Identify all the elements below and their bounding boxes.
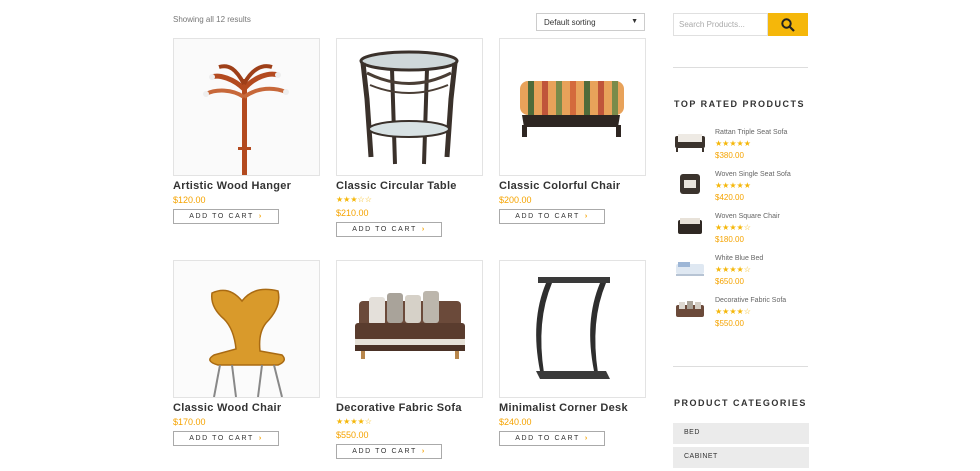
top-rated-price: $420.00: [715, 193, 744, 202]
search-input[interactable]: Search Products...: [673, 13, 768, 36]
star-rating: ★★★★☆: [715, 265, 751, 274]
star-rating: ★★★★☆: [715, 223, 751, 232]
product-price: $120.00: [173, 195, 206, 205]
product-image[interactable]: [336, 260, 483, 398]
add-to-cart-button[interactable]: ADD TO CART ›: [173, 209, 279, 224]
result-count: Showing all 12 results: [173, 15, 251, 24]
chevron-right-icon: ›: [584, 213, 589, 220]
add-to-cart-button[interactable]: ADD TO CART ›: [336, 222, 442, 237]
product-thumbnail: [678, 218, 702, 234]
star-rating: ★★★☆☆: [336, 195, 372, 204]
product-image[interactable]: [173, 38, 320, 176]
product-card: Minimalist Corner Desk $240.00 ADD TO CA…: [499, 260, 646, 446]
top-rated-name[interactable]: White Blue Bed: [715, 255, 763, 262]
add-to-cart-button[interactable]: ADD TO CART ›: [336, 444, 442, 459]
product-thumbnail: [676, 262, 704, 276]
star-rating: ★★★★★: [715, 139, 751, 148]
product-card: Artistic Wood Hanger $120.00 ADD TO CART…: [173, 38, 320, 224]
star-rating: ★★★★☆: [336, 417, 372, 426]
product-price: $170.00: [173, 417, 206, 427]
top-rated-price: $380.00: [715, 151, 744, 160]
product-image[interactable]: [336, 38, 483, 176]
add-to-cart-button[interactable]: ADD TO CART ›: [499, 209, 605, 224]
top-rated-item[interactable]: Rattan Triple Seat Sofa ★★★★★ $380.00: [674, 128, 814, 168]
chevron-right-icon: ›: [421, 448, 426, 455]
category-item[interactable]: CABINET: [673, 447, 809, 468]
product-image[interactable]: [499, 38, 646, 176]
star-rating: ★★★★☆: [715, 307, 751, 316]
product-card: Classic Colorful Chair $200.00 ADD TO CA…: [499, 38, 646, 224]
product-price: $240.00: [499, 417, 532, 427]
top-rated-price: $650.00: [715, 277, 744, 286]
star-rating: ★★★★★: [715, 181, 751, 190]
top-rated-item[interactable]: White Blue Bed ★★★★☆ $650.00: [674, 254, 814, 294]
product-title[interactable]: Classic Circular Table: [336, 180, 483, 192]
product-categories-title: PRODUCT CATEGORIES: [674, 398, 807, 408]
chevron-right-icon: ›: [258, 213, 263, 220]
add-to-cart-label: ADD TO CART: [189, 435, 254, 442]
product-card: Decorative Fabric Sofa ★★★★☆ $550.00 ADD…: [336, 260, 483, 459]
top-rated-name[interactable]: Woven Square Chair: [715, 213, 780, 220]
top-rated-price: $550.00: [715, 319, 744, 328]
top-rated-item[interactable]: Decorative Fabric Sofa ★★★★☆ $550.00: [674, 296, 814, 336]
chevron-right-icon: ›: [421, 226, 426, 233]
top-rated-item[interactable]: Woven Square Chair ★★★★☆ $180.00: [674, 212, 814, 252]
search-button[interactable]: [768, 13, 808, 36]
top-rated-name[interactable]: Decorative Fabric Sofa: [715, 297, 786, 304]
chevron-right-icon: ›: [584, 435, 589, 442]
product-price: $210.00: [336, 208, 369, 218]
product-title[interactable]: Minimalist Corner Desk: [499, 402, 646, 414]
sort-select-label: Default sorting: [544, 18, 596, 27]
top-rated-title: TOP RATED PRODUCTS: [674, 99, 806, 109]
product-title[interactable]: Classic Colorful Chair: [499, 180, 646, 192]
product-thumbnail: [680, 174, 700, 194]
product-title[interactable]: Decorative Fabric Sofa: [336, 402, 483, 414]
add-to-cart-button[interactable]: ADD TO CART ›: [173, 431, 279, 446]
category-item[interactable]: BED: [673, 423, 809, 444]
top-rated-item[interactable]: Woven Single Seat Sofa ★★★★★ $420.00: [674, 170, 814, 210]
top-rated-name[interactable]: Rattan Triple Seat Sofa: [715, 129, 787, 136]
add-to-cart-label: ADD TO CART: [515, 213, 580, 220]
chevron-right-icon: ›: [258, 435, 263, 442]
top-rated-name[interactable]: Woven Single Seat Sofa: [715, 171, 791, 178]
add-to-cart-button[interactable]: ADD TO CART ›: [499, 431, 605, 446]
divider: [673, 366, 808, 367]
product-title[interactable]: Classic Wood Chair: [173, 402, 320, 414]
add-to-cart-label: ADD TO CART: [189, 213, 254, 220]
search-icon: [781, 18, 795, 32]
add-to-cart-label: ADD TO CART: [515, 435, 580, 442]
product-card: Classic Circular Table ★★★☆☆ $210.00 ADD…: [336, 38, 483, 237]
chevron-down-icon: ▼: [631, 18, 638, 25]
product-title[interactable]: Artistic Wood Hanger: [173, 180, 320, 192]
product-price: $200.00: [499, 195, 532, 205]
product-card: Classic Wood Chair $170.00 ADD TO CART ›: [173, 260, 320, 446]
product-thumbnail: [676, 301, 704, 317]
product-thumbnail: [675, 134, 705, 152]
divider: [673, 67, 808, 68]
add-to-cart-label: ADD TO CART: [352, 448, 417, 455]
add-to-cart-label: ADD TO CART: [352, 226, 417, 233]
product-image[interactable]: [173, 260, 320, 398]
sort-select[interactable]: Default sorting ▼: [536, 13, 645, 31]
product-price: $550.00: [336, 430, 369, 440]
top-rated-price: $180.00: [715, 235, 744, 244]
product-image[interactable]: [499, 260, 646, 398]
